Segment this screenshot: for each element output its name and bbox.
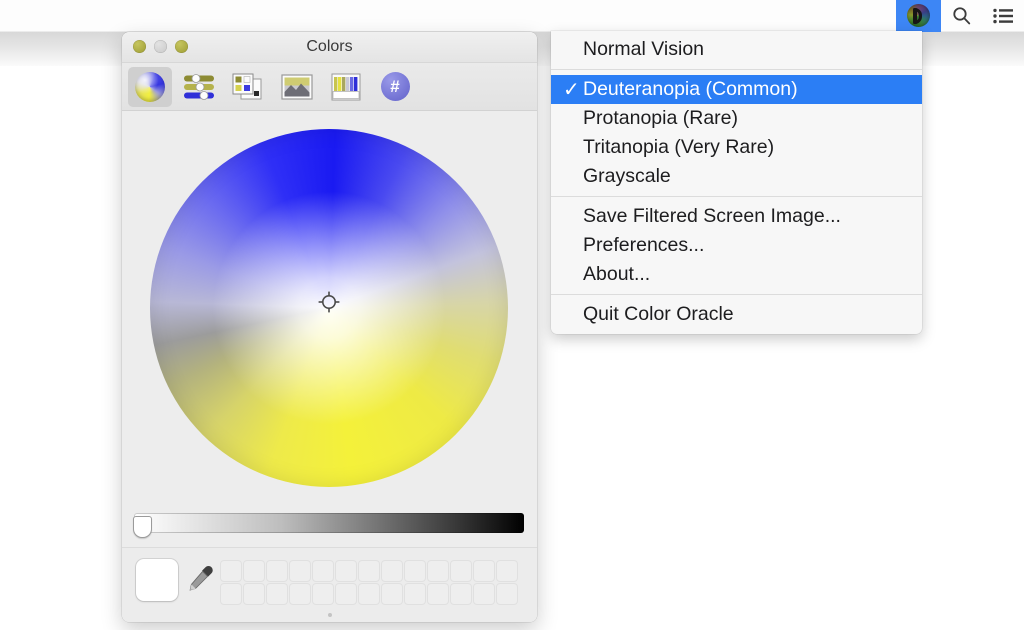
palette-cell[interactable] bbox=[289, 560, 311, 582]
palette-cell[interactable] bbox=[450, 583, 472, 605]
color-wheel-icon bbox=[135, 71, 165, 102]
menu-item-label: Quit Color Oracle bbox=[583, 302, 734, 325]
palette-cell[interactable] bbox=[404, 583, 426, 605]
palette-cell[interactable] bbox=[266, 583, 288, 605]
menu-item-tritanopia-very-rare[interactable]: Tritanopia (Very Rare) bbox=[551, 133, 922, 162]
menu-item-save-filtered-screen-image[interactable]: Save Filtered Screen Image... bbox=[551, 202, 922, 231]
tab-image-palettes[interactable] bbox=[275, 67, 319, 107]
menu-item-quit-color-oracle[interactable]: Quit Color Oracle bbox=[551, 300, 922, 329]
palette-cell[interactable] bbox=[427, 583, 449, 605]
menu-item-label: Normal Vision bbox=[583, 37, 705, 60]
palette-cell[interactable] bbox=[381, 583, 403, 605]
palette-swatch-area bbox=[122, 547, 537, 622]
sliders-icon bbox=[184, 73, 214, 100]
palette-cell[interactable] bbox=[381, 560, 403, 582]
search-icon bbox=[953, 7, 971, 25]
tab-pencils[interactable] bbox=[324, 67, 368, 107]
palette-grid bbox=[220, 560, 518, 605]
menu-item-checkmark-icon: ✓ bbox=[563, 78, 580, 101]
eyedropper-icon[interactable] bbox=[186, 565, 214, 595]
palette-cell[interactable] bbox=[220, 560, 242, 582]
menu-item-label: Preferences... bbox=[583, 233, 705, 256]
palette-cell[interactable] bbox=[243, 560, 265, 582]
color-oracle-menu: Normal Vision ✓ Deuteranopia (Common) Prota… bbox=[551, 31, 922, 334]
palette-cell[interactable] bbox=[335, 560, 357, 582]
brightness-slider-knob[interactable] bbox=[133, 516, 152, 538]
color-wheel-area bbox=[122, 111, 537, 503]
menu-item-deuteranopia-common[interactable]: ✓ Deuteranopia (Common) bbox=[551, 75, 922, 104]
palette-cell[interactable] bbox=[427, 560, 449, 582]
current-color-swatch[interactable] bbox=[136, 559, 178, 601]
brightness-slider-track[interactable] bbox=[134, 513, 524, 533]
menu-bar-status-items bbox=[896, 0, 1024, 32]
palette-cell[interactable] bbox=[404, 560, 426, 582]
palette-cell[interactable] bbox=[496, 583, 518, 605]
menu-bar-item-color-oracle[interactable] bbox=[896, 0, 941, 32]
palette-cell[interactable] bbox=[289, 583, 311, 605]
palette-cell[interactable] bbox=[243, 583, 265, 605]
menu-separator bbox=[551, 294, 922, 295]
palette-cell[interactable] bbox=[473, 560, 495, 582]
menu-item-label: Deuteranopia (Common) bbox=[583, 77, 798, 100]
menu-item-normal-vision[interactable]: Normal Vision bbox=[551, 35, 922, 64]
resize-indicator bbox=[327, 613, 332, 617]
menu-item-label: About... bbox=[583, 262, 651, 285]
menu-separator bbox=[551, 69, 922, 70]
colors-toolbar: # bbox=[122, 63, 537, 111]
tab-hash[interactable]: # bbox=[373, 67, 417, 107]
menu-item-preferences[interactable]: Preferences... bbox=[551, 231, 922, 260]
screen: Colors # Normal Vision ✓ Deuteranopia (C… bbox=[0, 0, 1024, 630]
menu-separator bbox=[551, 196, 922, 197]
menu-bar-item-spotlight[interactable] bbox=[941, 0, 982, 32]
palette-cell[interactable] bbox=[266, 560, 288, 582]
menu-item-protanopia-rare[interactable]: Protanopia (Rare) bbox=[551, 104, 922, 133]
palette-cell[interactable] bbox=[473, 583, 495, 605]
menu-item-grayscale[interactable]: Grayscale bbox=[551, 162, 922, 191]
palette-cell[interactable] bbox=[358, 583, 380, 605]
palette-icon bbox=[232, 73, 262, 99]
palette-cell[interactable] bbox=[450, 560, 472, 582]
colors-window-titlebar[interactable]: Colors bbox=[122, 32, 537, 63]
menu-bar-item-notification-center[interactable] bbox=[982, 0, 1024, 32]
brightness-slider-area bbox=[122, 503, 537, 547]
tab-color-wheel[interactable] bbox=[128, 66, 172, 107]
palette-cell[interactable] bbox=[496, 560, 518, 582]
palette-cell[interactable] bbox=[312, 560, 334, 582]
palette-cell[interactable] bbox=[358, 560, 380, 582]
menu-item-about[interactable]: About... bbox=[551, 260, 922, 289]
palette-cell[interactable] bbox=[335, 583, 357, 605]
menu-item-label: Tritanopia (Very Rare) bbox=[583, 135, 775, 158]
palette-cell[interactable] bbox=[220, 583, 242, 605]
color-picker-crosshair[interactable] bbox=[318, 291, 340, 313]
list-icon bbox=[993, 8, 1013, 23]
menu-item-label: Protanopia (Rare) bbox=[583, 106, 738, 129]
menu-item-label: Save Filtered Screen Image... bbox=[583, 204, 841, 227]
colors-window: Colors # bbox=[122, 32, 537, 622]
menu-bar bbox=[0, 0, 1024, 32]
palette-cell[interactable] bbox=[312, 583, 334, 605]
tab-color-palettes[interactable] bbox=[226, 67, 270, 107]
image-icon bbox=[281, 73, 313, 100]
tab-color-sliders[interactable] bbox=[177, 67, 221, 107]
color-oracle-d-icon bbox=[907, 4, 930, 27]
crayons-icon bbox=[331, 73, 361, 100]
hash-icon: # bbox=[380, 72, 410, 101]
menu-item-label: Grayscale bbox=[583, 164, 671, 187]
window-title: Colors bbox=[306, 38, 353, 55]
